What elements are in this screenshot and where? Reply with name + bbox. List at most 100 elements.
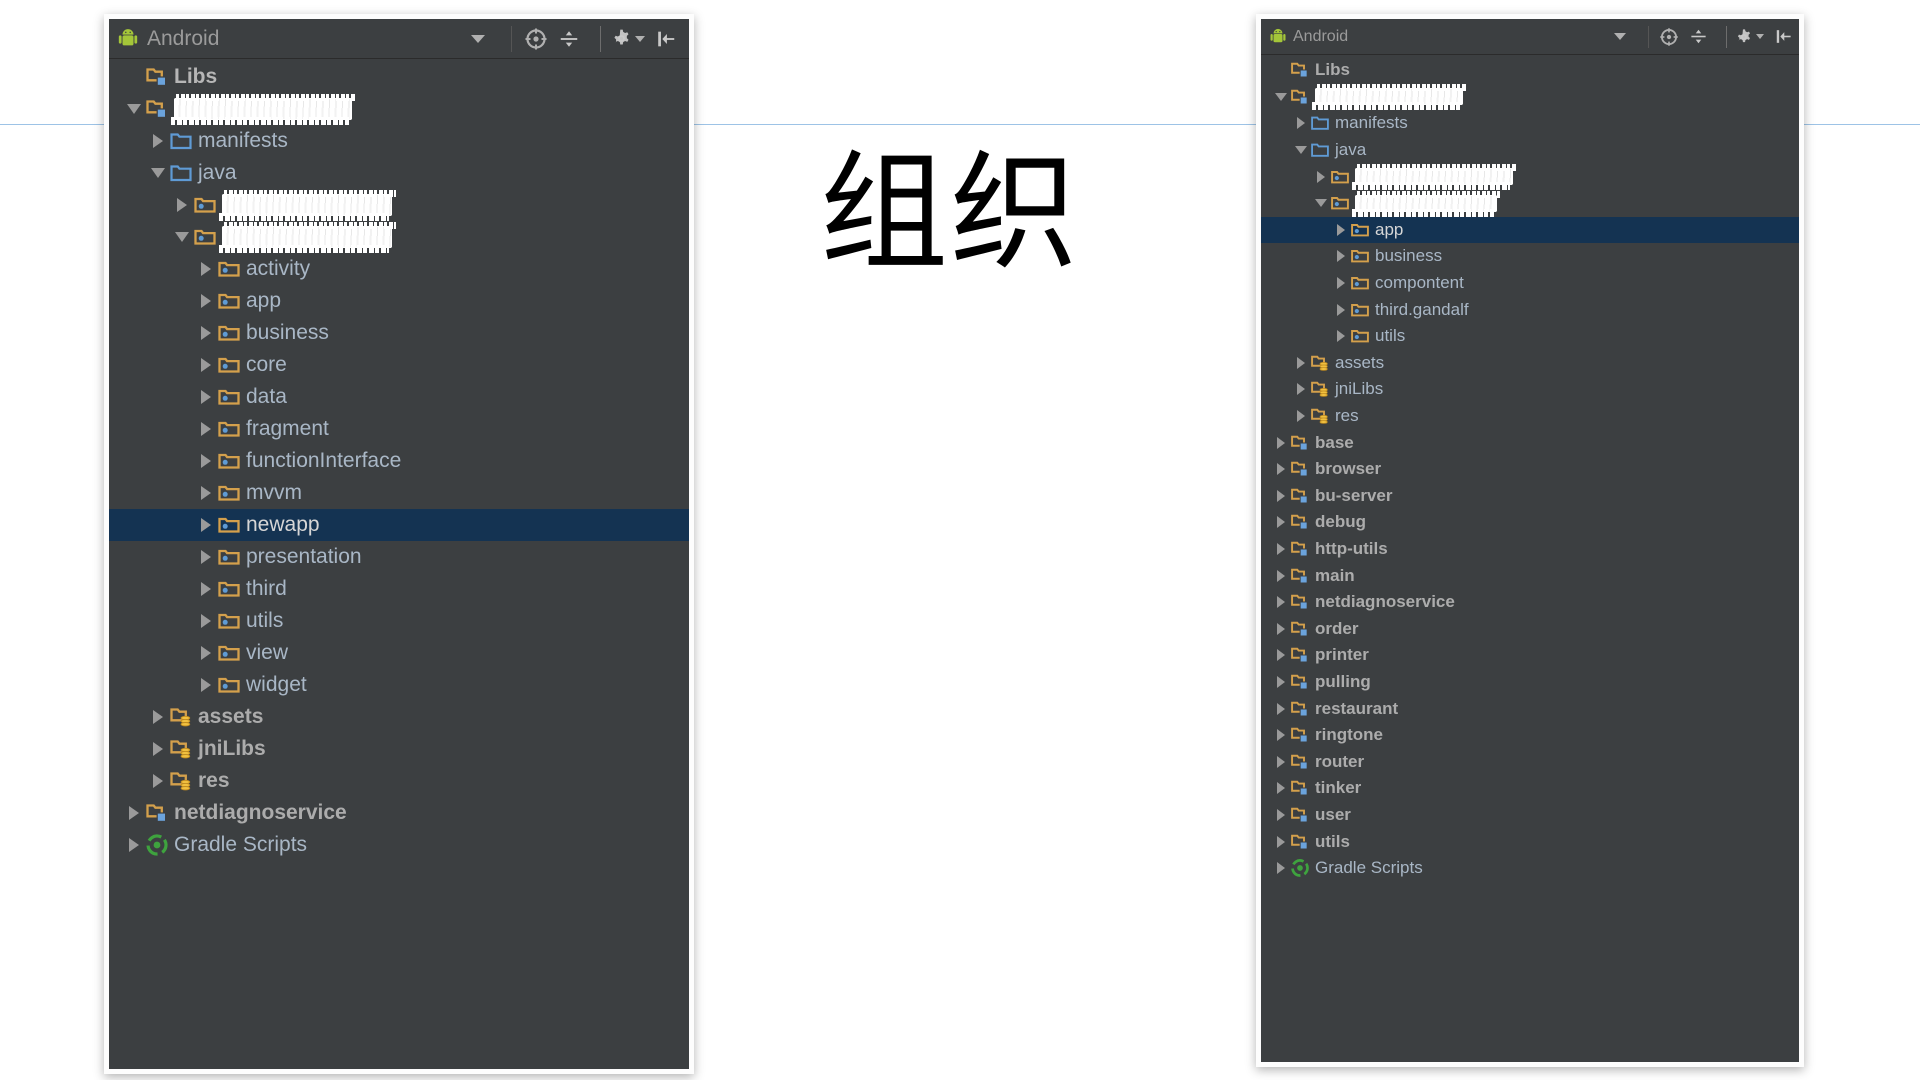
tree-row[interactable]: Gradle Scripts — [109, 829, 689, 861]
tree-row[interactable]: functionInterface — [109, 445, 689, 477]
disclosure-triangle-collapsed-icon[interactable] — [195, 646, 217, 660]
disclosure-triangle-collapsed-icon[interactable] — [147, 134, 169, 148]
tree-row[interactable] — [1261, 163, 1799, 190]
disclosure-triangle-collapsed-icon[interactable] — [1271, 756, 1290, 768]
disclosure-triangle-collapsed-icon[interactable] — [1311, 171, 1330, 183]
tree-row[interactable]: base — [1261, 429, 1799, 456]
disclosure-triangle-collapsed-icon[interactable] — [1291, 357, 1310, 369]
tree-row[interactable]: activity — [109, 253, 689, 285]
disclosure-triangle-collapsed-icon[interactable] — [1291, 410, 1310, 422]
tree-row[interactable]: view — [109, 637, 689, 669]
disclosure-triangle-collapsed-icon[interactable] — [1271, 543, 1290, 555]
disclosure-triangle-collapsed-icon[interactable] — [1291, 117, 1310, 129]
disclosure-triangle-collapsed-icon[interactable] — [195, 582, 217, 596]
disclosure-triangle-collapsed-icon[interactable] — [1271, 676, 1290, 688]
tree-row[interactable]: core — [109, 349, 689, 381]
disclosure-triangle-collapsed-icon[interactable] — [1271, 836, 1290, 848]
disclosure-triangle-collapsed-icon[interactable] — [195, 390, 217, 404]
disclosure-triangle-collapsed-icon[interactable] — [1271, 862, 1290, 874]
tree-row[interactable]: netdiagnoservice — [1261, 589, 1799, 616]
disclosure-triangle-collapsed-icon[interactable] — [1331, 277, 1350, 289]
tree-row[interactable]: app — [109, 285, 689, 317]
disclosure-triangle-collapsed-icon[interactable] — [195, 678, 217, 692]
tree-row[interactable]: presentation — [109, 541, 689, 573]
disclosure-triangle-collapsed-icon[interactable] — [1271, 516, 1290, 528]
chevron-down-icon[interactable] — [635, 36, 645, 42]
tree-row[interactable]: assets — [109, 701, 689, 733]
tree-row[interactable]: newapp — [109, 509, 689, 541]
tree-row[interactable]: fragment — [109, 413, 689, 445]
tree-row[interactable]: jniLibs — [1261, 376, 1799, 403]
tree-row[interactable] — [109, 93, 689, 125]
tree-row[interactable]: data — [109, 381, 689, 413]
chevron-down-icon[interactable] — [1614, 33, 1626, 40]
disclosure-triangle-collapsed-icon[interactable] — [1331, 224, 1350, 236]
tree-row[interactable]: res — [109, 765, 689, 797]
tree-row[interactable]: utils — [1261, 828, 1799, 855]
disclosure-triangle-collapsed-icon[interactable] — [195, 358, 217, 372]
disclosure-triangle-collapsed-icon[interactable] — [1331, 330, 1350, 342]
disclosure-triangle-collapsed-icon[interactable] — [171, 198, 193, 212]
disclosure-triangle-expanded-icon[interactable] — [123, 104, 145, 114]
tree-row[interactable]: debug — [1261, 509, 1799, 536]
gear-icon[interactable] — [611, 28, 645, 49]
disclosure-triangle-collapsed-icon[interactable] — [1271, 649, 1290, 661]
tree-row[interactable]: app — [1261, 217, 1799, 244]
tree-row[interactable] — [109, 221, 689, 253]
disclosure-triangle-collapsed-icon[interactable] — [195, 550, 217, 564]
tree-row[interactable]: mvvm — [109, 477, 689, 509]
disclosure-triangle-expanded-icon[interactable] — [1271, 93, 1290, 101]
tree-row[interactable]: Gradle Scripts — [1261, 855, 1799, 882]
target-locate-icon[interactable] — [1659, 27, 1679, 47]
disclosure-triangle-collapsed-icon[interactable] — [1271, 463, 1290, 475]
tree-row[interactable]: widget — [109, 669, 689, 701]
tree-row[interactable]: tinker — [1261, 775, 1799, 802]
tree-row[interactable]: Libs — [109, 61, 689, 93]
disclosure-triangle-collapsed-icon[interactable] — [147, 710, 169, 724]
chevron-down-icon[interactable] — [471, 35, 485, 43]
tree-row[interactable]: java — [109, 157, 689, 189]
disclosure-triangle-collapsed-icon[interactable] — [123, 838, 145, 852]
tree-row[interactable]: Libs — [1261, 57, 1799, 84]
disclosure-triangle-collapsed-icon[interactable] — [147, 774, 169, 788]
disclosure-triangle-collapsed-icon[interactable] — [195, 422, 217, 436]
tree-row[interactable]: java — [1261, 137, 1799, 164]
project-tree-right[interactable]: Libsmanifestsjavaappbusinesscompontentth… — [1261, 55, 1799, 881]
disclosure-triangle-collapsed-icon[interactable] — [123, 806, 145, 820]
tree-row[interactable]: main — [1261, 562, 1799, 589]
disclosure-triangle-collapsed-icon[interactable] — [1271, 703, 1290, 715]
disclosure-triangle-collapsed-icon[interactable] — [195, 454, 217, 468]
tree-row[interactable]: bu-server — [1261, 483, 1799, 510]
tree-row[interactable]: printer — [1261, 642, 1799, 669]
disclosure-triangle-collapsed-icon[interactable] — [195, 518, 217, 532]
disclosure-triangle-expanded-icon[interactable] — [1311, 199, 1330, 207]
tree-row[interactable]: third — [109, 573, 689, 605]
disclosure-triangle-collapsed-icon[interactable] — [195, 294, 217, 308]
disclosure-triangle-collapsed-icon[interactable] — [1271, 809, 1290, 821]
tree-row[interactable]: manifests — [109, 125, 689, 157]
hide-panel-icon[interactable] — [1774, 27, 1793, 46]
disclosure-triangle-collapsed-icon[interactable] — [1331, 304, 1350, 316]
tree-row[interactable]: utils — [1261, 323, 1799, 350]
tree-row[interactable]: pulling — [1261, 669, 1799, 696]
tree-row[interactable]: assets — [1261, 350, 1799, 377]
disclosure-triangle-collapsed-icon[interactable] — [1271, 570, 1290, 582]
disclosure-triangle-collapsed-icon[interactable] — [147, 742, 169, 756]
disclosure-triangle-collapsed-icon[interactable] — [1271, 437, 1290, 449]
tree-row[interactable]: order — [1261, 615, 1799, 642]
disclosure-triangle-collapsed-icon[interactable] — [195, 486, 217, 500]
tree-row[interactable]: user — [1261, 802, 1799, 829]
disclosure-triangle-collapsed-icon[interactable] — [1271, 623, 1290, 635]
tree-row[interactable] — [1261, 84, 1799, 111]
chevron-down-icon[interactable] — [1756, 34, 1764, 39]
collapse-all-icon[interactable] — [1689, 27, 1708, 46]
disclosure-triangle-collapsed-icon[interactable] — [1291, 383, 1310, 395]
tree-row[interactable]: utils — [109, 605, 689, 637]
tree-row[interactable]: business — [109, 317, 689, 349]
tree-row[interactable]: manifests — [1261, 110, 1799, 137]
tree-row[interactable]: http-utils — [1261, 536, 1799, 563]
tree-row[interactable]: restaurant — [1261, 695, 1799, 722]
project-tree-left[interactable]: Libs manifestsjava activityappbusinesscore… — [109, 59, 689, 861]
disclosure-triangle-collapsed-icon[interactable] — [195, 326, 217, 340]
disclosure-triangle-collapsed-icon[interactable] — [1271, 490, 1290, 502]
